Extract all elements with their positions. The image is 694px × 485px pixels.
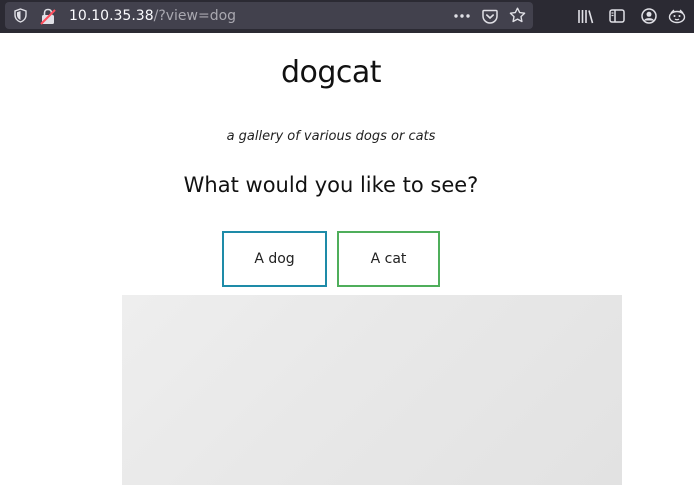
sidebar-icon[interactable] (608, 7, 626, 25)
extension-icon[interactable] (668, 7, 686, 25)
url-host: 10.10.35.38 (69, 8, 154, 24)
dog-button[interactable]: A dog (222, 231, 327, 287)
page-content: dogcat a gallery of various dogs or cats… (0, 33, 694, 485)
pocket-icon[interactable] (481, 7, 499, 25)
library-icon[interactable] (576, 7, 594, 25)
account-icon[interactable] (640, 7, 658, 25)
insecure-lock-icon[interactable] (39, 7, 57, 25)
page-title: dogcat (280, 55, 382, 90)
browser-toolbar: 10.10.35.38/?view=dog (0, 0, 694, 33)
shield-icon[interactable] (13, 8, 27, 23)
url-bar[interactable]: 10.10.35.38/?view=dog (5, 2, 533, 29)
page-subtitle: a gallery of various dogs or cats (226, 129, 436, 144)
url-text[interactable]: 10.10.35.38/?view=dog (69, 7, 236, 25)
cat-button[interactable]: A cat (337, 231, 440, 287)
url-path: /?view=dog (153, 8, 237, 24)
more-options-icon[interactable] (453, 7, 471, 25)
selection-prompt: What would you like to see? (183, 173, 479, 197)
bookmark-star-icon[interactable] (508, 6, 526, 24)
gallery-image (122, 295, 622, 485)
